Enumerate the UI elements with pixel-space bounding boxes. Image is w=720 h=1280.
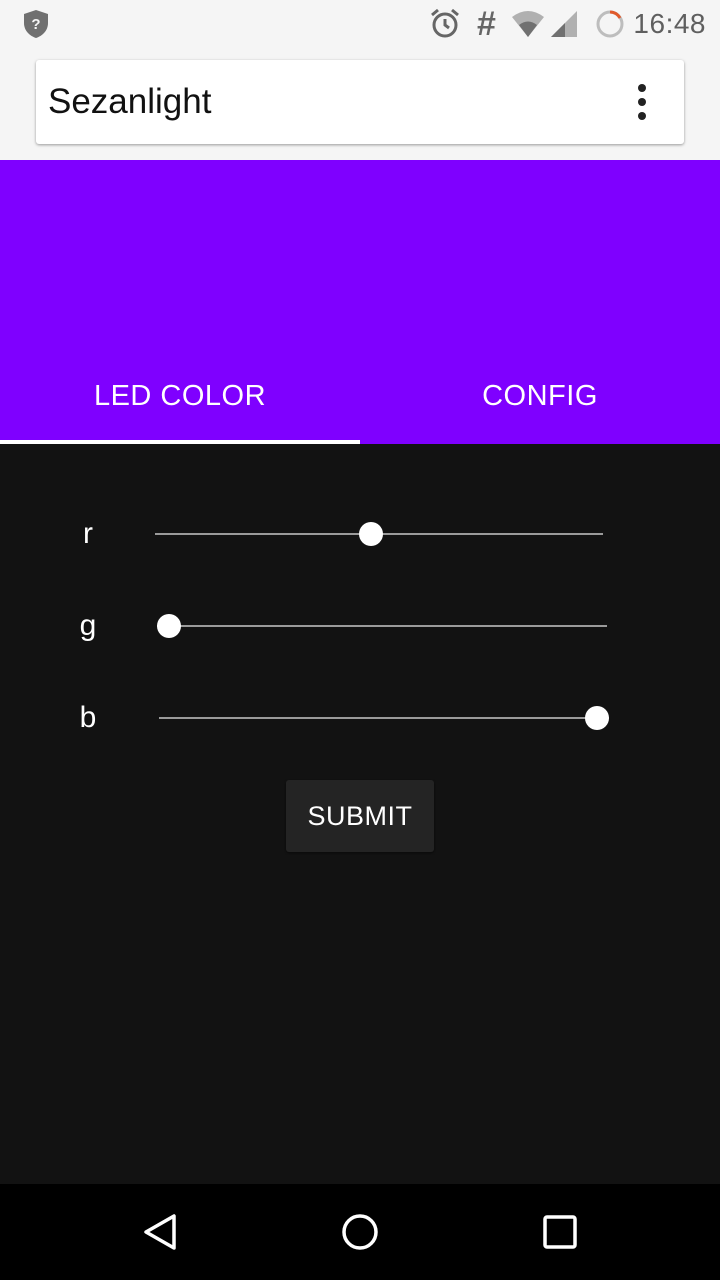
slider-thumb-g[interactable] xyxy=(157,614,181,638)
menu-dot xyxy=(638,84,646,92)
header-banner: LED COLOR CONFIG xyxy=(0,160,720,444)
slider-row-b: b xyxy=(0,688,720,748)
slider-row-g: g xyxy=(0,596,720,656)
status-bar: ? # 16:48 xyxy=(0,0,720,48)
slider-label-b: b xyxy=(79,701,97,734)
shield-question-icon: ? xyxy=(24,10,48,38)
cell-signal-icon xyxy=(551,11,578,37)
app-bar: Sezanlight xyxy=(0,48,720,160)
slider-track-b[interactable] xyxy=(159,717,609,719)
status-time: 16:48 xyxy=(633,8,706,39)
app-title: Sezanlight xyxy=(48,82,212,121)
alarm-icon xyxy=(430,8,459,38)
recents-icon[interactable] xyxy=(540,1212,580,1252)
led-color-panel: r g b SUBMIT xyxy=(0,444,720,1184)
tab-config[interactable]: CONFIG xyxy=(360,348,720,444)
slider-row-r: r xyxy=(0,504,720,564)
menu-dot xyxy=(638,98,646,106)
slider-label-r: r xyxy=(83,517,93,550)
submit-button[interactable]: SUBMIT xyxy=(286,780,434,852)
tab-led-color[interactable]: LED COLOR xyxy=(0,348,360,444)
home-icon[interactable] xyxy=(340,1212,380,1252)
sync-progress-icon xyxy=(596,10,624,38)
slider-label-g: g xyxy=(79,609,97,642)
tab-bar: LED COLOR CONFIG xyxy=(0,348,720,444)
more-vert-icon[interactable] xyxy=(624,80,660,124)
toolbar-card: Sezanlight xyxy=(36,60,684,144)
navigation-bar xyxy=(0,1184,720,1280)
tab-label: CONFIG xyxy=(482,379,598,412)
slider-thumb-r[interactable] xyxy=(358,522,383,546)
tab-label: LED COLOR xyxy=(93,379,267,412)
back-icon[interactable] xyxy=(140,1212,180,1252)
svg-text:?: ? xyxy=(31,16,40,33)
wifi-icon xyxy=(512,11,545,37)
menu-dot xyxy=(638,112,646,120)
slider-track-g[interactable] xyxy=(157,625,607,627)
slider-thumb-b[interactable] xyxy=(585,706,609,730)
hash-icon: # xyxy=(476,5,496,43)
